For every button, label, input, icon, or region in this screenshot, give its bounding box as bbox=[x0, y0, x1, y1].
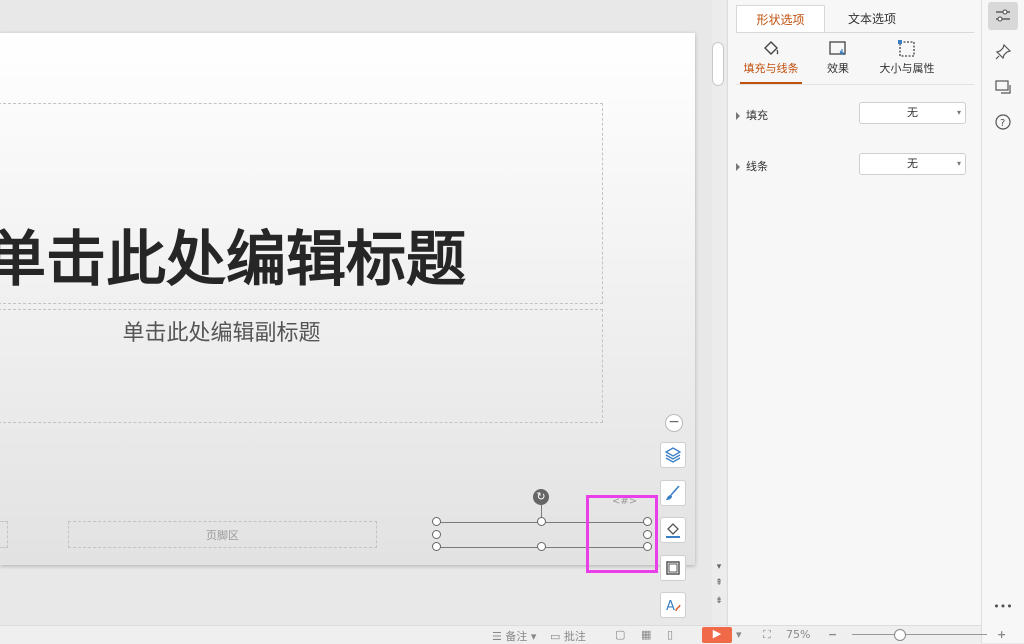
pin-icon bbox=[995, 43, 1012, 60]
collapse-toolbar-button[interactable]: − bbox=[665, 414, 683, 432]
zoom-out-button[interactable]: − bbox=[828, 628, 837, 641]
play-options-caret-icon[interactable]: ▾ bbox=[736, 628, 742, 641]
resize-handle-ml[interactable] bbox=[432, 530, 441, 539]
svg-text:?: ? bbox=[1000, 118, 1005, 129]
right-sidebar: ? ••• bbox=[981, 0, 1024, 643]
comment-icon: ▭ bbox=[550, 630, 561, 643]
zoom-slider-track[interactable] bbox=[852, 634, 987, 635]
properties-toggle-button[interactable] bbox=[988, 2, 1018, 30]
fill-icon bbox=[666, 523, 680, 538]
subtab-effects[interactable]: 效果 bbox=[818, 38, 858, 76]
layers-icon bbox=[664, 447, 682, 463]
highlight-box bbox=[586, 495, 658, 573]
fill-dropdown-value: 无 bbox=[907, 106, 918, 119]
fit-window-icon[interactable]: ⛶ bbox=[763, 628, 771, 642]
fill-section-header[interactable]: 填充 bbox=[736, 107, 768, 123]
fill-button[interactable] bbox=[660, 517, 686, 543]
svg-text:A: A bbox=[666, 599, 675, 614]
slide-switch-icon bbox=[995, 80, 1011, 94]
expand-arrow-icon bbox=[736, 163, 740, 171]
subtab-size-properties-label: 大小与属性 bbox=[879, 62, 935, 75]
slide[interactable]: 单击此处编辑标题 单击此处编辑副标题 页脚区 bbox=[0, 33, 695, 565]
resize-handle-bm[interactable] bbox=[537, 542, 546, 551]
line-label: 线条 bbox=[746, 160, 768, 173]
pin-button[interactable] bbox=[988, 38, 1018, 66]
reading-view-icon[interactable]: ▯ bbox=[667, 628, 673, 641]
expand-arrow-icon bbox=[736, 112, 740, 120]
zoom-in-button[interactable]: + bbox=[997, 628, 1006, 641]
subtab-divider bbox=[736, 84, 974, 85]
rotate-handle-icon[interactable]: ↻ bbox=[533, 489, 549, 505]
tab-text-options[interactable]: 文本选项 bbox=[826, 5, 918, 33]
subtab-effects-label: 效果 bbox=[827, 62, 849, 75]
vertical-scrollbar[interactable] bbox=[712, 0, 726, 625]
sliders-icon bbox=[996, 9, 1010, 22]
sorter-view-icon[interactable]: ▦ bbox=[641, 628, 651, 641]
title-placeholder-text[interactable]: 单击此处编辑标题 bbox=[0, 219, 606, 301]
normal-view-icon[interactable]: ▢ bbox=[615, 628, 625, 641]
chevron-down-icon: ▾ bbox=[956, 159, 961, 168]
resize-handle-tl[interactable] bbox=[432, 517, 441, 526]
more-button[interactable]: ••• bbox=[988, 592, 1018, 620]
help-icon: ? bbox=[995, 114, 1011, 130]
play-slideshow-button[interactable]: ▶ bbox=[702, 627, 732, 643]
fill-label: 填充 bbox=[746, 109, 768, 122]
resize-handle-tm[interactable] bbox=[537, 517, 546, 526]
border-button[interactable] bbox=[660, 555, 686, 581]
fill-dropdown[interactable]: 无 ▾ bbox=[859, 102, 966, 124]
brush-button[interactable] bbox=[660, 480, 686, 506]
subtab-size-properties[interactable]: 大小与属性 bbox=[872, 38, 942, 76]
subtitle-placeholder-text[interactable]: 单击此处编辑副标题 bbox=[0, 315, 443, 347]
text-effect-button[interactable]: A bbox=[660, 592, 686, 618]
line-dropdown[interactable]: 无 ▾ bbox=[859, 153, 966, 175]
notes-button[interactable]: ☰ 备注 ▾ bbox=[492, 628, 536, 644]
effects-icon bbox=[829, 41, 846, 56]
chevron-down-icon: ▾ bbox=[956, 108, 961, 117]
active-subtab-indicator bbox=[740, 82, 802, 84]
layers-button[interactable] bbox=[660, 442, 686, 468]
fill-line-icon bbox=[764, 41, 779, 55]
tab-divider bbox=[736, 32, 974, 33]
tab-shape-options[interactable]: 形状选项 bbox=[736, 5, 825, 33]
help-button[interactable]: ? bbox=[988, 108, 1018, 136]
text-effect-icon: A bbox=[666, 599, 681, 614]
brush-icon bbox=[666, 485, 680, 500]
footer-placeholder-text[interactable]: 页脚区 bbox=[68, 527, 377, 543]
resize-handle-bl[interactable] bbox=[432, 542, 441, 551]
notes-caret-icon: ▾ bbox=[530, 630, 537, 643]
next-slide-icon[interactable]: ⇟ bbox=[713, 596, 725, 606]
notes-icon: ☰ bbox=[492, 630, 502, 643]
play-icon: ▶ bbox=[712, 627, 722, 640]
subtab-fill-line-label: 填充与线条 bbox=[743, 62, 799, 75]
slide-switch-button[interactable] bbox=[988, 73, 1018, 101]
notes-label: 备注 bbox=[505, 630, 528, 643]
scrollbar-thumb[interactable] bbox=[712, 42, 724, 86]
scroll-down-arrow-icon[interactable]: ▾ bbox=[713, 562, 725, 572]
comment-label: 批注 bbox=[563, 630, 586, 643]
prev-slide-icon[interactable]: ⇞ bbox=[713, 578, 725, 588]
status-bar: ☰ 备注 ▾ ▭ 批注 ▢ ▦ ▯ ▶ ▾ ⛶ 75% − + bbox=[0, 625, 1006, 644]
subtab-fill-line[interactable]: 填充与线条 bbox=[740, 38, 802, 76]
line-dropdown-value: 无 bbox=[907, 157, 918, 170]
border-icon bbox=[666, 561, 680, 575]
zoom-value[interactable]: 75% bbox=[786, 628, 810, 641]
property-panel: 形状选项 文本选项 填充与线条 效果 大小与属性 填充 无 ▾ 线条 无 ▾ bbox=[727, 0, 981, 625]
zoom-slider-thumb[interactable] bbox=[894, 629, 906, 641]
comment-button[interactable]: ▭ 批注 bbox=[550, 628, 586, 644]
size-properties-icon bbox=[898, 40, 915, 57]
line-section-header[interactable]: 线条 bbox=[736, 158, 768, 174]
date-placeholder-box[interactable] bbox=[0, 521, 8, 548]
